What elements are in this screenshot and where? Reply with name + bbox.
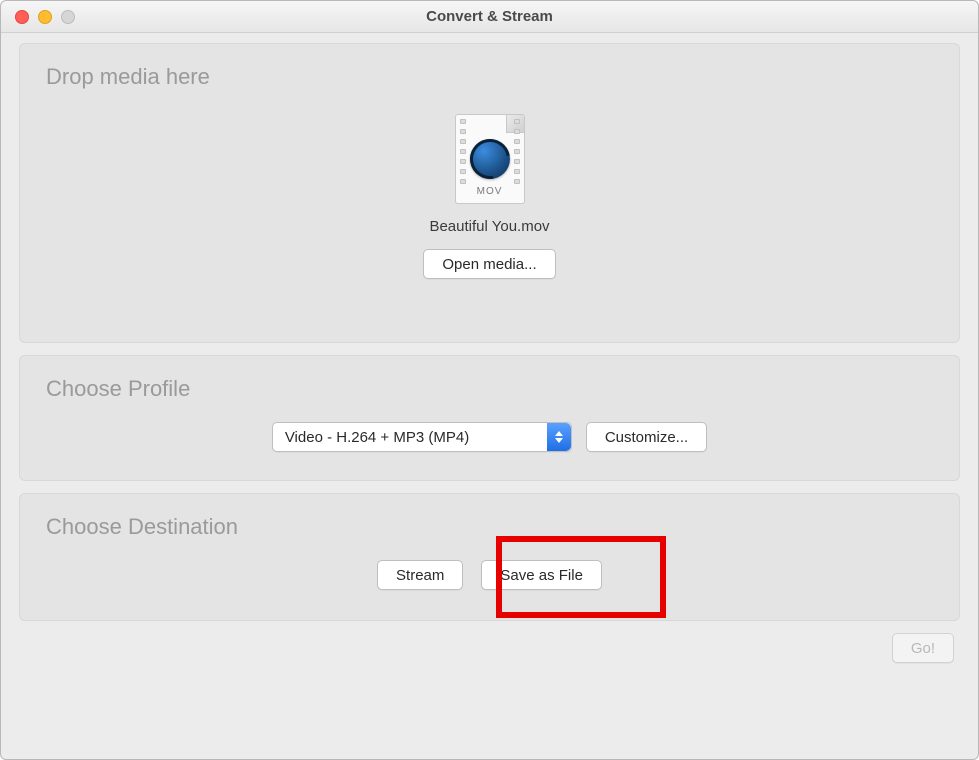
film-perforation-left xyxy=(460,119,466,184)
profile-select[interactable]: Video - H.264 + MP3 (MP4) xyxy=(272,422,572,452)
close-window-button[interactable] xyxy=(15,10,29,24)
select-arrows-icon xyxy=(547,423,571,451)
destination-row: Stream Save as File xyxy=(46,554,933,600)
open-media-button[interactable]: Open media... xyxy=(423,249,555,279)
zoom-window-button xyxy=(61,10,75,24)
minimize-window-button[interactable] xyxy=(38,10,52,24)
go-button[interactable]: Go! xyxy=(892,633,954,663)
traffic-lights xyxy=(1,10,75,24)
film-perforation-right xyxy=(514,119,520,184)
drop-media-center: MOV Beautiful You.mov Open media... xyxy=(46,104,933,279)
choose-destination-title: Choose Destination xyxy=(46,514,933,540)
media-file-icon: MOV xyxy=(455,114,525,204)
quicktime-icon xyxy=(470,139,510,179)
window-title: Convert & Stream xyxy=(1,8,978,25)
file-extension-label: MOV xyxy=(477,186,503,197)
drop-media-title: Drop media here xyxy=(46,64,933,90)
profile-select-value: Video - H.264 + MP3 (MP4) xyxy=(273,423,547,451)
customize-button[interactable]: Customize... xyxy=(586,422,707,452)
media-filename: Beautiful You.mov xyxy=(429,218,549,235)
choose-profile-panel: Choose Profile Video - H.264 + MP3 (MP4)… xyxy=(19,355,960,481)
stream-button[interactable]: Stream xyxy=(377,560,463,590)
window: Convert & Stream Drop media here MOV Bea… xyxy=(0,0,979,760)
drop-media-panel[interactable]: Drop media here MOV Beautiful You.mov Op… xyxy=(19,43,960,343)
profile-row: Video - H.264 + MP3 (MP4) Customize... xyxy=(46,416,933,460)
save-as-file-button[interactable]: Save as File xyxy=(481,560,602,590)
choose-destination-panel: Choose Destination Stream Save as File xyxy=(19,493,960,621)
titlebar: Convert & Stream xyxy=(1,1,978,33)
content-area: Drop media here MOV Beautiful You.mov Op… xyxy=(1,33,978,759)
choose-profile-title: Choose Profile xyxy=(46,376,933,402)
footer: Go! xyxy=(19,633,960,665)
